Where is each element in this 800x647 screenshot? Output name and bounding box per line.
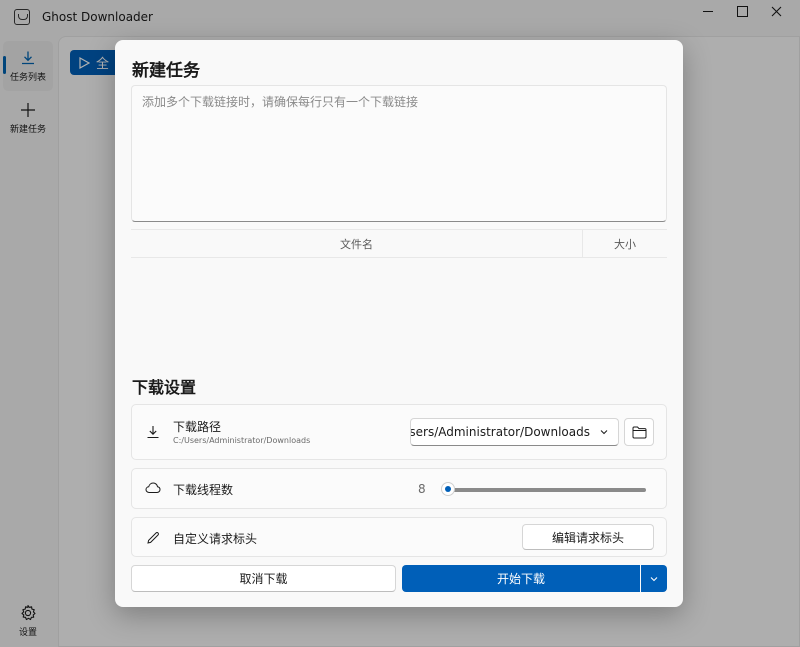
browse-folder-button[interactable] (624, 418, 654, 446)
thread-count-value: 8 (418, 482, 426, 496)
download-icon (145, 424, 161, 440)
start-download-button[interactable]: 开始下载 (402, 565, 640, 592)
download-path-combo-text: C:/Users/Administrator/Downloads (410, 425, 590, 439)
thread-count-card: 下载线程数 8 (131, 468, 667, 509)
folder-icon (632, 426, 646, 438)
links-textarea[interactable]: 添加多个下载链接时，请确保每行只有一个下载链接 (131, 85, 667, 222)
thread-count-slider[interactable] (442, 488, 646, 492)
chevron-down-icon (650, 576, 658, 581)
cloud-icon (145, 480, 161, 496)
file-table-header: 文件名 大小 (131, 229, 667, 258)
column-header-filename[interactable]: 文件名 (131, 230, 583, 257)
start-options-dropdown[interactable] (641, 565, 667, 592)
download-path-card: 下载路径 C:/Users/Administrator/Downloads C:… (131, 404, 667, 460)
download-path-value: C:/Users/Administrator/Downloads (173, 436, 311, 445)
download-path-title: 下载路径 (173, 420, 222, 434)
thread-count-title: 下载线程数 (173, 483, 234, 497)
settings-title: 下载设置 (132, 378, 197, 397)
column-header-size[interactable]: 大小 (583, 230, 667, 257)
slider-thumb[interactable] (441, 482, 456, 496)
links-placeholder: 添加多个下载链接时，请确保每行只有一个下载链接 (142, 95, 419, 109)
new-task-dialog: 新建任务 添加多个下载链接时，请确保每行只有一个下载链接 文件名 大小 下载设置… (115, 40, 683, 607)
chevron-down-icon (600, 430, 608, 435)
custom-headers-card: 自定义请求标头 编辑请求标头 (131, 517, 667, 557)
edit-headers-button[interactable]: 编辑请求标头 (522, 524, 654, 550)
file-table-body (131, 258, 667, 368)
download-path-combo[interactable]: C:/Users/Administrator/Downloads (410, 418, 619, 446)
pencil-icon (145, 530, 161, 546)
cancel-button[interactable]: 取消下载 (131, 565, 396, 592)
custom-headers-title: 自定义请求标头 (173, 532, 258, 546)
dialog-title: 新建任务 (132, 61, 200, 81)
